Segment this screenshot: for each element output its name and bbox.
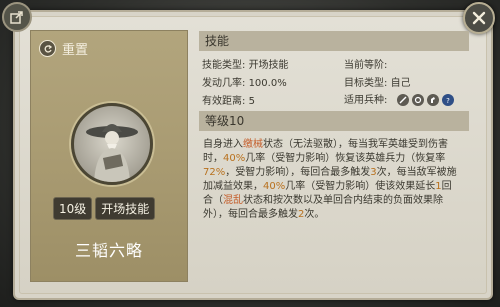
range-value: 5 (248, 96, 255, 107)
trigger-rate-label: 发动几率: (202, 78, 246, 89)
trigger-rate-value: 100.0% (248, 78, 287, 89)
troop-type-label: 适用兵种: (344, 95, 388, 106)
skill-name: 三韬六略 (74, 241, 143, 260)
game-screen: 重置 10级 开场技能 三韬六略 技能 技能类型: 开场技能 当前等阶: 发动几… (0, 0, 500, 307)
shield-icon (411, 94, 424, 106)
skill-type-badge: 开场技能 (95, 197, 156, 220)
question-icon: ? (441, 94, 454, 106)
skill-description: 自身进入缴械状态（无法驱散），每当我军英雄受到伤害时，40%几率（受智力影响）恢… (203, 138, 461, 222)
skill-type-row: 技能类型: 开场技能 (202, 56, 289, 71)
target-type-value: 自己 (390, 78, 411, 89)
info-section-title: 技能 (199, 31, 469, 51)
desc-status-chaos: 混乱 (223, 195, 243, 206)
desc-value: 40% (263, 181, 286, 192)
desc-status-disarm: 缴械 (243, 139, 263, 150)
current-stage-label: 当前等阶: (344, 60, 388, 71)
current-stage-row: 当前等阶: (344, 56, 387, 71)
horse-icon (426, 94, 439, 106)
close-icon (472, 11, 486, 25)
reset-button[interactable]: 重置 (39, 39, 88, 58)
badge-row: 10级 开场技能 (53, 197, 156, 220)
skill-type-label: 技能类型: (202, 60, 246, 71)
reset-label: 重置 (62, 43, 89, 58)
desc-text: 几率（受智力影响）使该效果延长 (285, 181, 436, 192)
share-icon (10, 11, 23, 24)
trigger-rate-row: 发动几率: 100.0% (202, 74, 287, 89)
target-type-label: 目标类型: (344, 78, 388, 89)
hero-portrait (71, 103, 153, 185)
desc-value: 40% (223, 153, 246, 164)
troop-icons: ? (396, 94, 454, 106)
sword-icon (396, 94, 409, 106)
close-button[interactable] (463, 2, 495, 34)
reset-icon (39, 40, 56, 57)
range-label: 有效距离: (202, 96, 246, 107)
desc-text: ，受智力影响），每回合最多触发 (225, 167, 371, 178)
level-badge: 10级 (53, 197, 93, 220)
range-row: 有效距离: 5 (202, 92, 255, 107)
share-button[interactable] (2, 2, 32, 32)
desc-text: 自身进入 (203, 139, 243, 150)
desc-text: 几率（受智力影响）恢复该英雄兵力（恢复率 (245, 153, 446, 164)
desc-text: 次。 (304, 209, 325, 220)
svg-text:?: ? (446, 97, 450, 104)
desc-value: 72% (203, 167, 226, 178)
sage-figure-icon (86, 124, 138, 182)
skill-card: 重置 10级 开场技能 三韬六略 (30, 30, 188, 282)
level-section-title: 等级10 (199, 111, 469, 131)
target-type-row: 目标类型: 自己 (344, 74, 411, 89)
skill-type-value: 开场技能 (248, 60, 289, 71)
troop-type-row: 适用兵种: ? (344, 91, 454, 106)
